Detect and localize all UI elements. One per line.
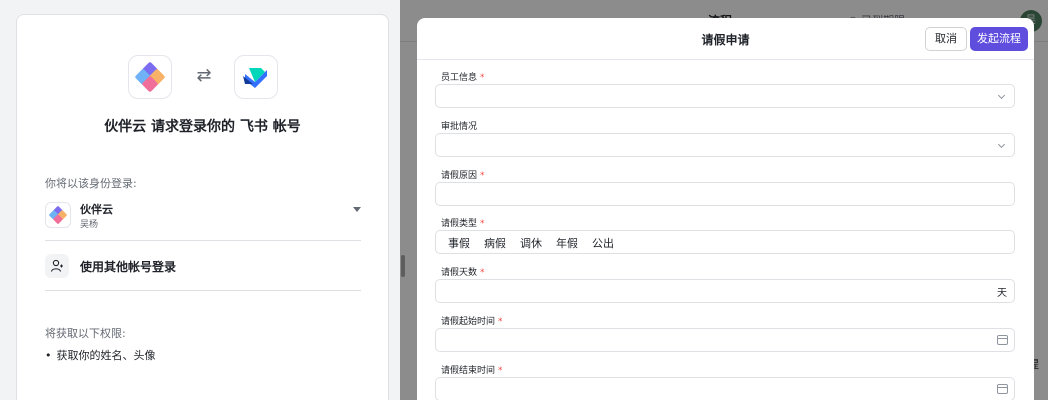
divider — [45, 240, 361, 241]
submit-flow-button[interactable]: 发起流程 — [970, 27, 1028, 51]
calendar-icon — [997, 335, 1008, 345]
divider — [45, 290, 361, 291]
swap-icon: ⇄ — [196, 65, 212, 86]
huoban-logo-icon — [128, 55, 172, 99]
days-unit: 天 — [997, 288, 1007, 299]
auth-title: 伙伴云 请求登录你的 飞书 帐号 — [104, 119, 301, 135]
account-selector[interactable]: 伙伴云 吴杨 — [45, 199, 361, 239]
field-label-start-time: 请假起始时间 * — [441, 317, 503, 327]
employee-select[interactable] — [435, 84, 1015, 108]
leave-type-option[interactable]: 调休 — [520, 235, 542, 251]
field-label-employee: 员工信息 * — [441, 73, 485, 83]
other-login-label: 使用其他帐号登录 — [80, 260, 177, 274]
field-label-approval: 审批情况 — [441, 122, 478, 132]
start-time-picker[interactable] — [435, 328, 1015, 352]
field-label-leave-type: 请假类型 * — [441, 219, 485, 229]
permissions-title: 将获取以下权限: — [45, 327, 126, 340]
auth-panel: ⇄ 伙伴云 请求登录你的 飞书 帐号 你将以该身份登录: 伙伴云 吴杨 使用其他… — [0, 0, 400, 400]
app-logos: ⇄ — [17, 55, 388, 99]
auth-card: ⇄ 伙伴云 请求登录你的 飞书 帐号 你将以该身份登录: 伙伴云 吴杨 使用其他… — [16, 14, 389, 400]
modal-header: 请假申请 取消 发起流程 — [417, 18, 1034, 60]
approval-select[interactable] — [435, 133, 1015, 157]
user-switch-icon — [45, 254, 69, 278]
calendar-icon — [997, 384, 1008, 394]
chevron-down-icon — [997, 140, 1006, 149]
cancel-button[interactable]: 取消 — [925, 27, 967, 51]
chevron-down-icon — [997, 91, 1006, 100]
leave-type-option[interactable]: 事假 — [448, 235, 470, 251]
leave-type-option[interactable]: 年假 — [556, 235, 578, 251]
account-name: 伙伴云 — [80, 203, 113, 216]
caret-down-icon[interactable] — [353, 207, 361, 212]
field-label-end-time: 请假结束时间 * — [441, 366, 503, 376]
split-drag-handle[interactable] — [401, 255, 405, 277]
account-user: 吴杨 — [80, 220, 99, 230]
days-input[interactable]: 天 — [435, 279, 1015, 303]
leave-request-modal: 请假申请 取消 发起流程 员工信息 * 审批情况 请假原因 * 请假类型 * 事假 病… — [417, 18, 1034, 400]
leave-type-option[interactable]: 公出 — [592, 235, 614, 251]
other-account-login-button[interactable]: 使用其他帐号登录 — [45, 254, 361, 280]
feishu-logo-icon — [234, 55, 278, 99]
permission-item: 获取你的姓名、头像 — [45, 347, 156, 363]
end-time-picker[interactable] — [435, 377, 1015, 400]
login-as-label: 你将以该身份登录: — [45, 177, 137, 190]
account-avatar-icon — [45, 202, 71, 228]
leave-type-option[interactable]: 病假 — [484, 235, 506, 251]
field-label-reason: 请假原因 * — [441, 171, 485, 181]
leave-type-group: 事假 病假 调休 年假 公出 — [435, 230, 1015, 254]
field-label-days: 请假天数 * — [441, 268, 485, 278]
reason-input[interactable] — [435, 182, 1015, 206]
